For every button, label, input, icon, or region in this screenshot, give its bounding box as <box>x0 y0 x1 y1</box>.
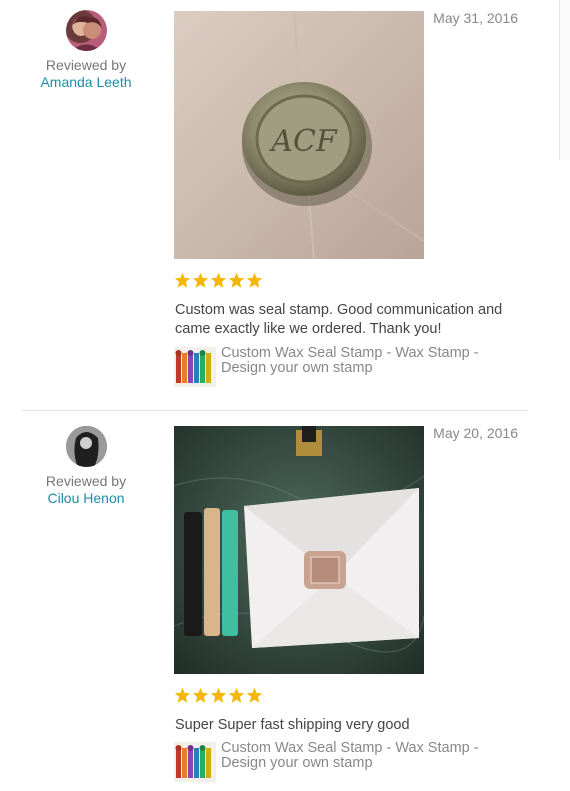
review-date: May 31, 2016 <box>433 10 518 26</box>
review-photo[interactable] <box>174 426 424 674</box>
review-item: Reviewed by Amanda Leeth ACF May 31, 201… <box>0 0 560 410</box>
star-icon <box>174 272 191 288</box>
reviewer-avatar[interactable] <box>66 426 107 467</box>
star-icon <box>192 272 209 288</box>
reviewed-by-label: Reviewed by <box>45 473 127 489</box>
star-rating <box>174 687 263 705</box>
reviewed-by: Reviewed by Cilou Henon <box>20 473 152 506</box>
product-thumbnail <box>174 347 216 387</box>
star-rating <box>174 272 263 290</box>
reviewer-name-link[interactable]: Cilou Henon <box>20 490 152 506</box>
star-icon <box>210 272 227 288</box>
star-icon <box>246 272 263 288</box>
reviewed-by-label: Reviewed by <box>45 57 127 73</box>
star-icon <box>210 687 227 703</box>
review-item: Reviewed by Cilou Henon May 20, 2016 Sup… <box>0 411 560 791</box>
reviewer-name-link[interactable]: Amanda Leeth <box>20 74 152 90</box>
product-link[interactable]: Custom Wax Seal Stamp - Wax Stamp - Desi… <box>174 346 534 387</box>
star-icon <box>228 272 245 288</box>
reviewed-by: Reviewed by Amanda Leeth <box>20 57 152 90</box>
review-photo[interactable]: ACF <box>174 11 424 259</box>
product-title[interactable]: Custom Wax Seal Stamp - Wax Stamp - Desi… <box>221 741 521 771</box>
review-date: May 20, 2016 <box>433 425 518 441</box>
review-text: Custom was seal stamp. Good communicatio… <box>175 302 503 337</box>
product-title[interactable]: Custom Wax Seal Stamp - Wax Stamp - Desi… <box>221 346 521 376</box>
star-icon <box>192 687 209 703</box>
review-text: Super Super fast shipping very good <box>175 717 410 733</box>
star-icon <box>174 687 191 703</box>
star-icon <box>228 687 245 703</box>
product-link[interactable]: Custom Wax Seal Stamp - Wax Stamp - Desi… <box>174 741 534 782</box>
star-icon <box>246 687 263 703</box>
reviewer-avatar[interactable] <box>66 10 107 51</box>
product-thumbnail <box>174 742 216 782</box>
svg-text:ACF: ACF <box>268 124 338 159</box>
scrollbar-track[interactable] <box>559 0 570 160</box>
